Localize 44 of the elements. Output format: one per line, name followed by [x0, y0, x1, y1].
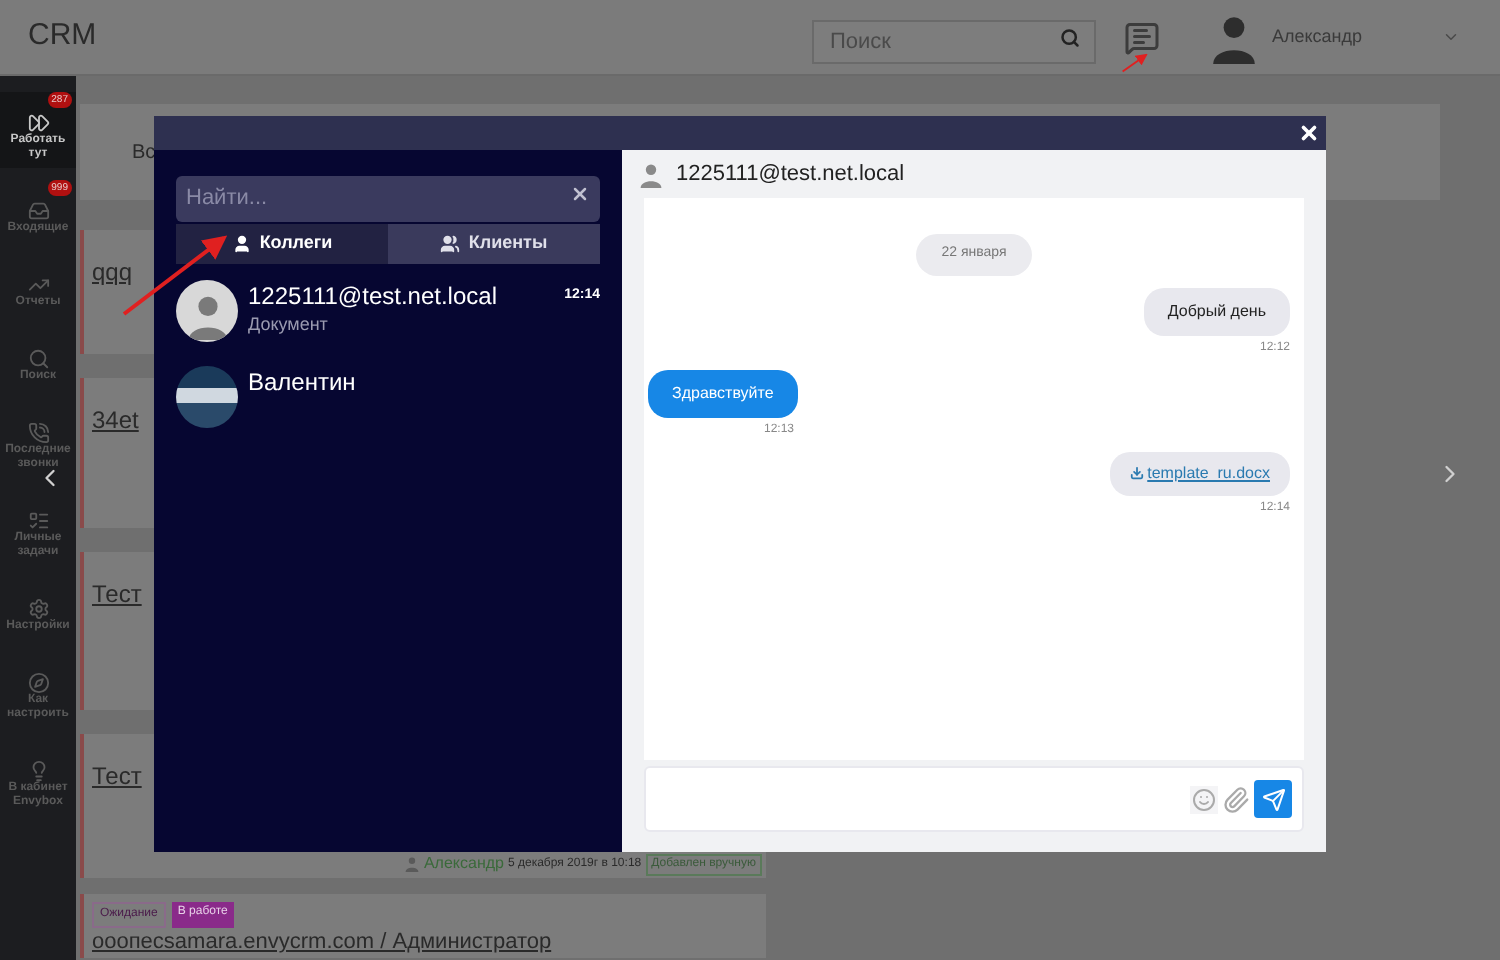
chart-icon [27, 274, 49, 296]
send-button[interactable] [1254, 780, 1292, 818]
user-icon [231, 234, 252, 254]
file-bubble[interactable]: template_ru.docx [1109, 451, 1290, 495]
search-field[interactable]: Найти... [176, 175, 600, 221]
search-icon [27, 348, 49, 370]
filter-text: Вс [132, 139, 156, 167]
chat-icon[interactable] [1123, 19, 1160, 55]
users-icon [440, 234, 461, 254]
compass-icon [27, 672, 49, 694]
phone-icon [27, 422, 49, 444]
app-logo: CRM [28, 16, 97, 57]
download-icon [1129, 466, 1144, 480]
send-icon [1261, 787, 1285, 811]
user-avatar[interactable] [1207, 11, 1260, 63]
user-name[interactable]: Александр [1271, 23, 1362, 51]
contact-preview: Документ [248, 312, 330, 338]
contacts-tab[interactable]: Клиенты [388, 224, 600, 264]
emoji-icon[interactable] [1190, 785, 1218, 813]
caret-icon[interactable] [1442, 28, 1460, 46]
list-icon [27, 510, 49, 532]
avatar-image [176, 366, 238, 428]
settings-icon [27, 598, 49, 620]
close-icon[interactable] [1298, 122, 1320, 144]
contact-name: 1225111@test.net.local [248, 282, 499, 312]
contact-name: Валентин [248, 368, 358, 398]
forward-icon [27, 112, 49, 134]
message-bubble: Добрый день [1143, 287, 1290, 335]
file-link[interactable]: template_ru.docx [1147, 461, 1270, 485]
arrow-annotation [1121, 53, 1148, 73]
message-bubble: Здравствуйте [648, 369, 798, 417]
person-icon [638, 161, 664, 187]
search-icon[interactable] [1059, 27, 1080, 47]
contact-item[interactable]: Валентин [176, 366, 600, 428]
paperclip-icon[interactable] [1222, 785, 1250, 813]
lightbulb-icon [27, 760, 49, 782]
clear-icon[interactable] [570, 184, 590, 204]
card-title[interactable]: ооопесsamara.envycrm.com / Администратор [92, 930, 766, 956]
person-icon [1207, 11, 1260, 63]
person-icon [403, 856, 420, 872]
conversation-title: 1225111@test.net.local [676, 159, 905, 190]
contacts-tab[interactable]: Коллеги [176, 224, 388, 264]
inbox-icon [27, 200, 49, 222]
message-input[interactable] [644, 766, 1304, 832]
